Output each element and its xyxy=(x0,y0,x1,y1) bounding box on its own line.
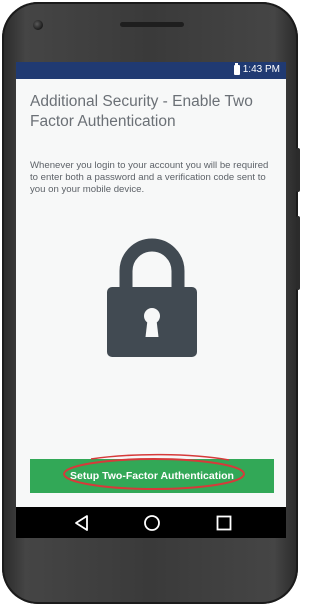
phone-screen: 1:43 PM Additional Security - Enable Two… xyxy=(16,62,286,538)
navigation-bar xyxy=(16,507,286,538)
phone-frame: 1:43 PM Additional Security - Enable Two… xyxy=(2,2,300,604)
earpiece-speaker xyxy=(120,22,184,27)
front-camera xyxy=(33,20,43,30)
home-icon[interactable] xyxy=(142,513,162,533)
setup-two-factor-button[interactable]: Setup Two-Factor Authentication xyxy=(30,459,274,493)
battery-icon xyxy=(233,62,240,75)
volume-rocker xyxy=(296,216,300,290)
back-icon[interactable] xyxy=(72,513,92,533)
page-title: Additional Security - Enable Two Factor … xyxy=(30,93,253,130)
recent-apps-icon[interactable] xyxy=(214,513,234,533)
status-bar-right: 1:43 PM xyxy=(233,62,280,75)
status-time: 1:43 PM xyxy=(242,64,280,75)
lock-icon xyxy=(107,238,197,357)
status-bar: 1:43 PM xyxy=(16,62,286,79)
page-description: Whenever you login to your account you w… xyxy=(30,160,269,195)
power-button xyxy=(296,148,300,192)
